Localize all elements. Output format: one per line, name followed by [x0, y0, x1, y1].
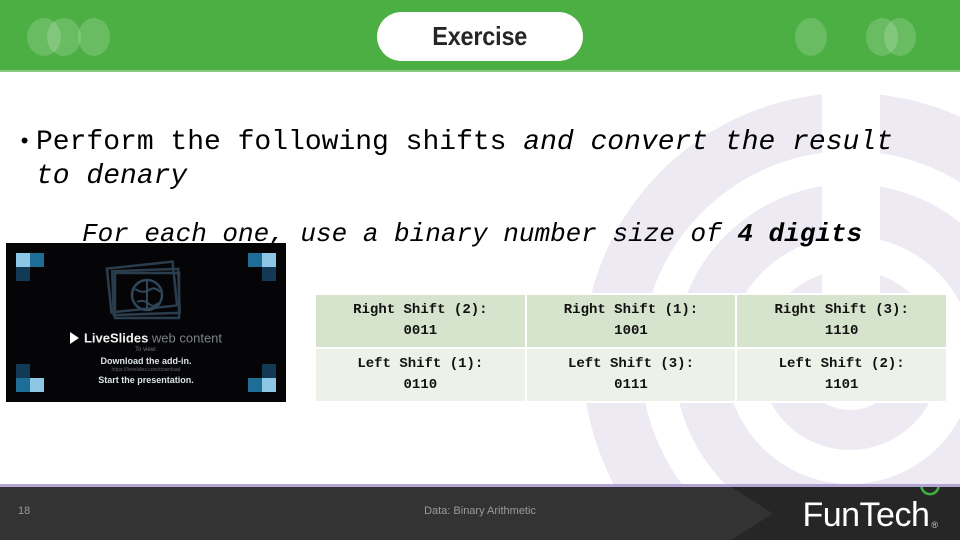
header-band: Exercise	[0, 0, 960, 72]
decor-circle-icon	[884, 18, 916, 56]
slide-footer: 18 Data: Binary Arithmetic FunTech ®	[0, 484, 960, 540]
bullet-text-plain: Perform the following shifts	[36, 127, 524, 158]
table-cell: Right Shift (1): 1001	[524, 293, 738, 349]
liveslides-video-placeholder[interactable]: LiveSlides web content To view: Download…	[6, 243, 286, 402]
registered-mark: ®	[931, 520, 938, 530]
table-row: Left Shift (1): 0110 Left Shift (3): 011…	[314, 347, 948, 403]
cell-value: 0111	[614, 377, 648, 393]
slide-body: • Perform the following shifts and conve…	[18, 126, 942, 250]
decor-circle-icon	[795, 18, 827, 56]
cell-label: Right Shift (2):	[353, 302, 488, 318]
corner-marker-icon	[248, 253, 276, 281]
video-step-url: https://liveslides.com/download	[111, 367, 181, 373]
table-cell: Left Shift (1): 0110	[314, 347, 527, 403]
play-triangle-icon	[69, 331, 79, 344]
slide-title-pill: Exercise	[377, 12, 583, 61]
table-row: Right Shift (2): 0011 Right Shift (1): 1…	[314, 293, 948, 349]
globe-photos-icon	[105, 260, 182, 320]
cell-value: 1001	[614, 323, 648, 339]
table-cell: Left Shift (2): 1101	[735, 347, 948, 403]
sub-instruction-emphasis: 4 digits	[737, 219, 863, 249]
page-title: Exercise	[432, 21, 528, 51]
slide-canvas: Exercise • Perform the following shifts …	[0, 0, 960, 540]
cell-label: Left Shift (1):	[357, 356, 484, 372]
shift-answers-table: Right Shift (2): 0011 Right Shift (1): 1…	[314, 293, 948, 403]
cell-value: 1110	[824, 323, 859, 339]
funtech-wordmark: FunTech	[802, 496, 930, 534]
table-cell: Right Shift (2): 0011	[314, 293, 527, 349]
bullet-item: • Perform the following shifts and conve…	[18, 126, 942, 194]
cell-value: 0110	[403, 377, 438, 393]
liveslides-caption: LiveSlides web content	[6, 329, 286, 347]
funtech-logo: FunTech ®	[802, 496, 938, 534]
cell-label: Right Shift (1):	[563, 302, 699, 318]
cell-label: Left Shift (2):	[778, 356, 905, 372]
bullet-text: Perform the following shifts and convert…	[36, 126, 942, 194]
corner-marker-icon	[16, 253, 44, 281]
cell-label: Right Shift (3):	[774, 302, 909, 318]
bullet-marker-icon: •	[18, 130, 32, 155]
liveslides-brand: LiveSlides	[83, 330, 149, 346]
cell-value: 0011	[403, 323, 438, 339]
decor-circle-icon	[78, 18, 110, 56]
decor-circle-icon	[47, 18, 81, 56]
table-cell: Right Shift (3): 1110	[735, 293, 948, 349]
video-step-start: Start the presentation.	[98, 375, 194, 385]
power-symbol-icon	[920, 487, 940, 496]
cell-value: 1101	[824, 377, 859, 393]
video-to-view-label: To view:	[135, 347, 157, 353]
liveslides-brand-suffix: web content	[148, 330, 223, 346]
table-cell: Left Shift (3): 0111	[524, 347, 738, 403]
video-step-download: Download the add-in.	[100, 356, 192, 366]
cell-label: Left Shift (3):	[567, 356, 694, 372]
